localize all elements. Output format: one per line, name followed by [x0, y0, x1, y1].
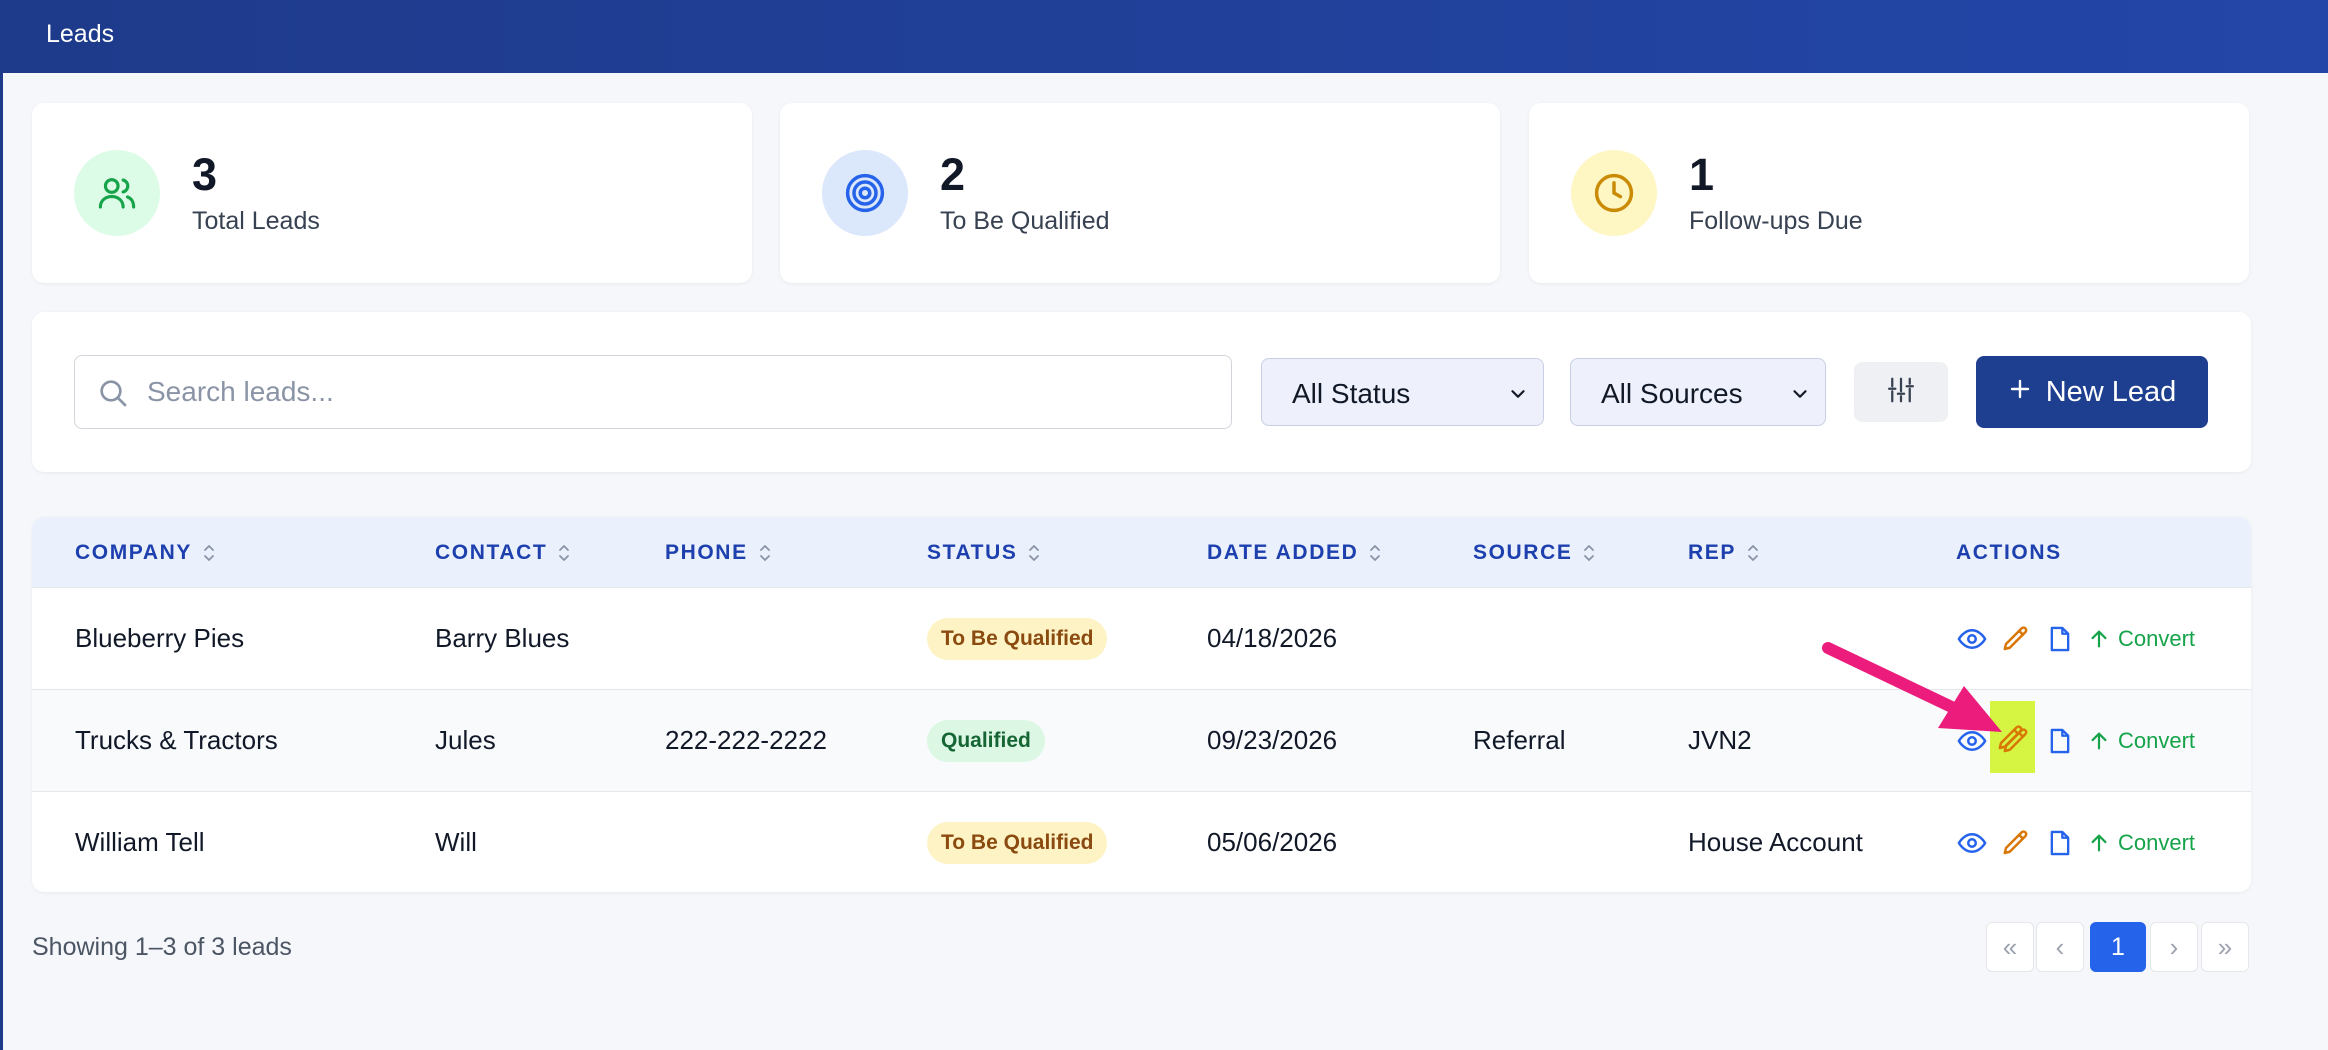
annotation-arrow-icon: [1820, 640, 2010, 745]
stat-label: Total Leads: [192, 207, 320, 235]
new-lead-label: New Lead: [2045, 375, 2177, 408]
sort-icon: [1584, 545, 1595, 561]
window-left-edge: [0, 0, 3, 1050]
sliders-icon: [1886, 375, 1916, 410]
status-badge: To Be Qualified: [927, 822, 1108, 864]
page-1-button[interactable]: 1: [2090, 922, 2146, 972]
chevron-down-icon: [1507, 383, 1529, 410]
filter-settings-button[interactable]: [1854, 362, 1948, 422]
phone-cell: 222-222-2222: [665, 725, 827, 755]
company-cell[interactable]: William Tell: [75, 827, 205, 858]
clock-icon: [1571, 150, 1657, 236]
stat-value: 3: [192, 149, 218, 200]
previous-page-button[interactable]: ‹: [2036, 922, 2084, 972]
date-added-cell: 09/23/2026: [1207, 725, 1338, 755]
convert-button[interactable]: Convert: [2088, 827, 2195, 859]
status-filter-value: All Status: [1292, 378, 1411, 409]
last-page-button[interactable]: »: [2201, 922, 2249, 972]
document-icon[interactable]: [2044, 827, 2076, 859]
search-box[interactable]: [74, 355, 1232, 429]
table-header: COMPANY CONTACT PHONE STATUS DATE ADDED …: [32, 517, 2251, 587]
edit-icon[interactable]: [2000, 827, 2032, 859]
sort-icon: [559, 545, 570, 561]
row-actions: Convert: [1956, 792, 2246, 892]
column-header-status[interactable]: STATUS: [927, 541, 1041, 565]
convert-button[interactable]: Convert: [2088, 725, 2195, 757]
rep-cell: House Account: [1688, 827, 1863, 857]
search-input[interactable]: [147, 366, 1207, 418]
column-header-source[interactable]: SOURCE: [1473, 541, 1596, 565]
next-page-button[interactable]: ›: [2150, 922, 2198, 972]
document-icon[interactable]: [2044, 623, 2076, 655]
new-lead-button[interactable]: New Lead: [1976, 356, 2208, 428]
table-row[interactable]: William Tell Will To Be Qualified 05/06/…: [32, 791, 2251, 892]
target-icon: [822, 150, 908, 236]
date-added-cell: 04/18/2026: [1207, 623, 1338, 653]
contact-cell: Jules: [435, 725, 496, 755]
column-header-actions: ACTIONS: [1956, 541, 2062, 564]
date-added-cell: 05/06/2026: [1207, 827, 1338, 857]
sort-icon: [759, 545, 770, 561]
chevron-down-icon: [1789, 383, 1811, 410]
stat-card-total-leads: 3 Total Leads: [32, 103, 752, 283]
plus-icon: [2008, 376, 2032, 409]
column-header-company[interactable]: COMPANY: [75, 541, 216, 565]
convert-button[interactable]: Convert: [2088, 623, 2195, 655]
company-cell[interactable]: Trucks & Tractors: [75, 725, 278, 756]
stat-card-follow-ups-due: 1 Follow-ups Due: [1529, 103, 2249, 283]
sort-icon: [1370, 545, 1381, 561]
top-bar: Leads: [0, 0, 2328, 73]
contact-cell: Will: [435, 827, 477, 857]
stat-label: Follow-ups Due: [1689, 207, 1863, 235]
stat-value: 2: [940, 149, 966, 200]
status-badge: Qualified: [927, 720, 1045, 762]
view-icon[interactable]: [1956, 827, 1988, 859]
contact-cell: Barry Blues: [435, 623, 570, 653]
column-header-contact[interactable]: CONTACT: [435, 541, 571, 565]
arrow-up-icon: [2091, 834, 2107, 852]
stat-card-to-be-qualified: 2 To Be Qualified: [780, 103, 1500, 283]
first-page-button[interactable]: «: [1986, 922, 2034, 972]
stat-label: To Be Qualified: [940, 207, 1110, 235]
filter-bar: All Status All Sources New Lead: [32, 312, 2251, 472]
source-cell: Referral: [1473, 725, 1566, 755]
status-badge: To Be Qualified: [927, 618, 1108, 660]
sort-icon: [1748, 545, 1758, 561]
column-header-rep[interactable]: REP: [1688, 541, 1760, 565]
sort-icon: [204, 545, 214, 561]
column-header-phone[interactable]: PHONE: [665, 541, 772, 565]
edit-icon[interactable]: [2000, 725, 2032, 757]
source-filter-value: All Sources: [1601, 378, 1743, 409]
stat-value: 1: [1689, 149, 1715, 200]
document-icon[interactable]: [2044, 725, 2076, 757]
users-icon: [74, 150, 160, 236]
search-icon: [97, 377, 129, 414]
pagination-summary: Showing 1–3 of 3 leads: [32, 933, 292, 961]
sort-icon: [1029, 545, 1040, 561]
rep-cell: JVN2: [1688, 725, 1752, 755]
status-filter-select[interactable]: All Status: [1261, 358, 1544, 426]
arrow-up-icon: [2091, 630, 2107, 648]
source-filter-select[interactable]: All Sources: [1570, 358, 1826, 426]
column-header-date-added[interactable]: DATE ADDED: [1207, 541, 1382, 565]
arrow-up-icon: [2091, 732, 2107, 750]
company-cell[interactable]: Blueberry Pies: [75, 623, 244, 654]
page-title: Leads: [46, 20, 115, 48]
